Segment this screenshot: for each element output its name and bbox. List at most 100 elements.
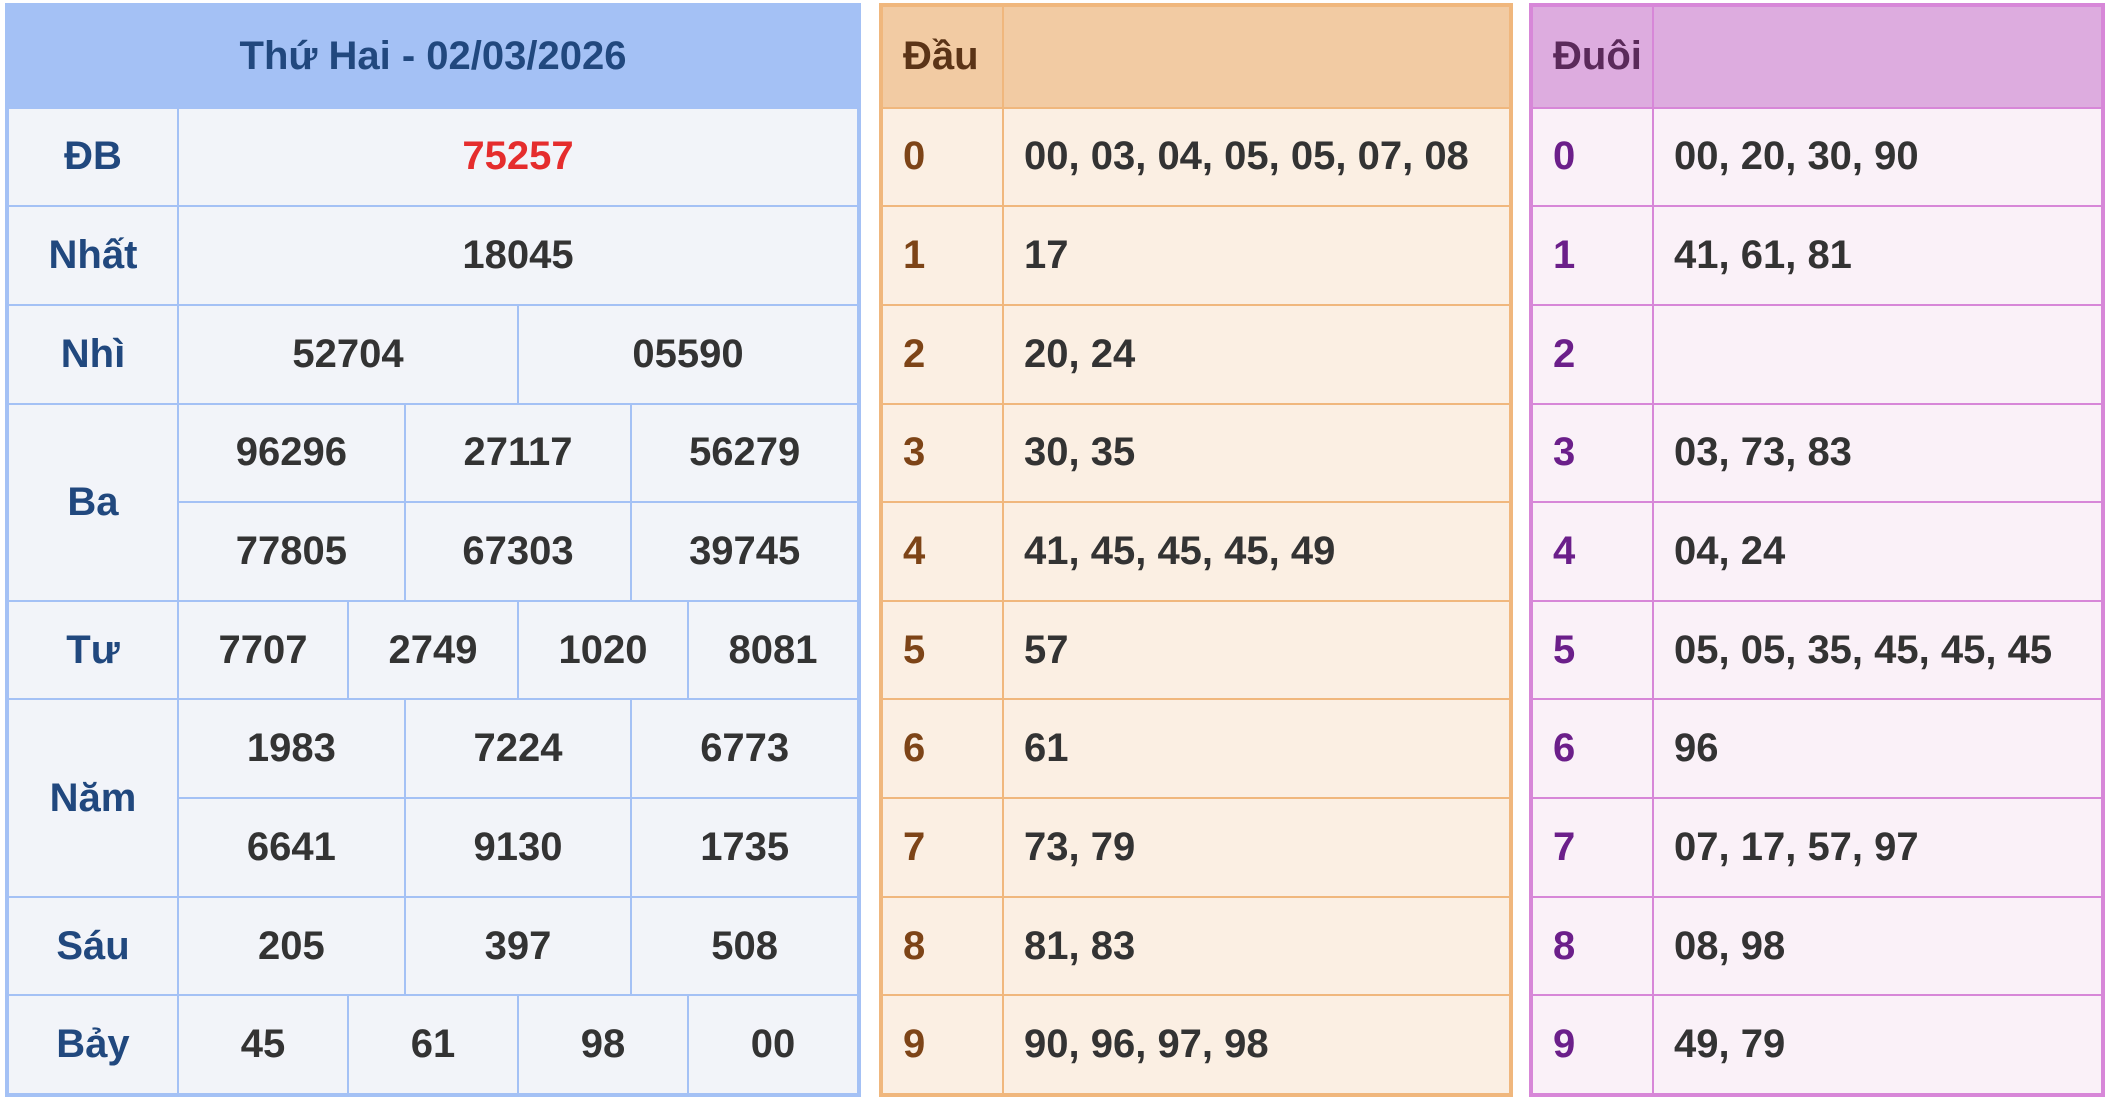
dau-row: 2 20, 24 bbox=[883, 305, 1509, 405]
prize-number: 98 bbox=[517, 996, 687, 1093]
duoi-list: 49, 79 bbox=[1674, 1022, 1786, 1067]
dau-row: 1 17 bbox=[883, 207, 1509, 306]
prize-row-first: Nhất 18045 bbox=[9, 207, 857, 306]
prize-number: 77805 bbox=[235, 529, 347, 573]
results-title: Thứ Hai - 02/03/2026 bbox=[9, 7, 857, 109]
dau-row: 8 81, 83 bbox=[883, 897, 1509, 997]
prize-row-special: ĐB 75257 bbox=[9, 108, 857, 208]
prize-number: 8081 bbox=[687, 601, 857, 699]
duoi-key: 2 bbox=[1533, 305, 1654, 403]
duoi-row: 1 41, 61, 81 bbox=[1533, 207, 2101, 306]
dau-list: 17 bbox=[1024, 233, 1069, 278]
prize-number: 508 bbox=[630, 897, 857, 995]
prize-number: 45 bbox=[240, 1022, 286, 1067]
duoi-key: 8 bbox=[1533, 897, 1654, 995]
dau-header-blank bbox=[1004, 7, 1509, 107]
dau-key: 7 bbox=[883, 799, 1004, 896]
duoi-list: 07, 17, 57, 97 bbox=[1674, 824, 1919, 869]
duoi-header-blank bbox=[1654, 7, 2101, 107]
prize-number: 67303 bbox=[403, 503, 631, 600]
prize-number: 397 bbox=[403, 897, 631, 995]
dau-key: 9 bbox=[883, 996, 1004, 1094]
duoi-list: 00, 20, 30, 90 bbox=[1674, 134, 1919, 179]
dau-list: 61 bbox=[1024, 726, 1069, 771]
duoi-key: 4 bbox=[1533, 503, 1654, 600]
duoi-list bbox=[1654, 306, 2101, 403]
duoi-row: 9 49, 79 bbox=[1533, 996, 2101, 1094]
duoi-key: 5 bbox=[1533, 601, 1654, 699]
prize-label: Bảy bbox=[9, 996, 179, 1093]
duoi-row: 5 05, 05, 35, 45, 45, 45 bbox=[1533, 601, 2101, 701]
duoi-list: 41, 61, 81 bbox=[1674, 233, 1852, 278]
prize-number: 56279 bbox=[630, 404, 857, 502]
prize-number: 205 bbox=[257, 923, 325, 968]
prize-row-seventh: Bảy 45 61 98 00 bbox=[9, 996, 857, 1093]
duoi-list: 04, 24 bbox=[1674, 529, 1786, 573]
prize-number: 18045 bbox=[462, 233, 574, 278]
prize-number: 1020 bbox=[517, 601, 687, 699]
dau-key: 8 bbox=[883, 897, 1004, 995]
prize-label: Năm bbox=[9, 700, 179, 896]
prize-row-sixth: Sáu 205 397 508 bbox=[9, 897, 857, 997]
duoi-row: 7 07, 17, 57, 97 bbox=[1533, 799, 2101, 898]
dau-list: 73, 79 bbox=[1024, 824, 1136, 869]
dau-list: 30, 35 bbox=[1024, 430, 1136, 475]
dau-header: Đầu bbox=[883, 7, 1004, 107]
duoi-header-row: Đuôi bbox=[1533, 7, 2101, 109]
prize-row-fourth: Tư 7707 2749 1020 8081 bbox=[9, 601, 857, 701]
prize-label: Nhất bbox=[9, 207, 179, 304]
duoi-key: 9 bbox=[1533, 996, 1654, 1094]
prize-number: 6773 bbox=[630, 700, 857, 798]
prize-label: Tư bbox=[9, 601, 179, 699]
duoi-row: 6 96 bbox=[1533, 700, 2101, 800]
duoi-key: 3 bbox=[1533, 404, 1654, 502]
duoi-row: 0 00, 20, 30, 90 bbox=[1533, 108, 2101, 208]
duoi-list: 03, 73, 83 bbox=[1674, 430, 1852, 475]
dau-row: 0 00, 03, 04, 05, 05, 07, 08 bbox=[883, 108, 1509, 208]
dau-key: 3 bbox=[883, 404, 1004, 502]
prize-number: 1983 bbox=[246, 726, 336, 771]
duoi-list: 05, 05, 35, 45, 45, 45 bbox=[1674, 627, 2053, 672]
prize-number: 00 bbox=[687, 996, 857, 1093]
duoi-list: 96 bbox=[1674, 726, 1719, 771]
prize-number: 9130 bbox=[403, 799, 631, 896]
dau-key: 4 bbox=[883, 503, 1004, 600]
prize-number: 61 bbox=[347, 996, 517, 1093]
duoi-key: 0 bbox=[1533, 108, 1654, 206]
prize-number: 6641 bbox=[246, 824, 336, 869]
duoi-key: 6 bbox=[1533, 700, 1654, 798]
duoi-list: 08, 98 bbox=[1674, 923, 1786, 968]
prize-number: 52704 bbox=[292, 331, 404, 376]
duoi-key: 7 bbox=[1533, 799, 1654, 896]
duoi-header: Đuôi bbox=[1533, 7, 1654, 107]
dau-header-row: Đầu bbox=[883, 7, 1509, 109]
results-table: Thứ Hai - 02/03/2026 ĐB 75257 Nhất 18045… bbox=[5, 3, 861, 1097]
dau-key: 2 bbox=[883, 305, 1004, 403]
prize-number: 7707 bbox=[218, 627, 308, 672]
dau-list: 57 bbox=[1024, 627, 1069, 672]
prize-number: 39745 bbox=[630, 503, 857, 600]
prize-number: 2749 bbox=[347, 601, 517, 699]
duoi-row: 8 08, 98 bbox=[1533, 897, 2101, 997]
prize-number: 7224 bbox=[403, 700, 631, 798]
prize-number: 27117 bbox=[403, 404, 631, 502]
dau-row: 9 90, 96, 97, 98 bbox=[883, 996, 1509, 1094]
duoi-row: 4 04, 24 bbox=[1533, 503, 2101, 602]
prize-number: 1735 bbox=[630, 799, 857, 896]
prize-row-second: Nhì 52704 05590 bbox=[9, 305, 857, 405]
dau-table: Đầu 0 00, 03, 04, 05, 05, 07, 08 1 17 2 20,… bbox=[879, 3, 1513, 1097]
prize-number: 05590 bbox=[517, 305, 857, 403]
prize-label: Sáu bbox=[9, 897, 179, 995]
prize-row-fifth: Năm 1983 7224 6773 6641 9130 1735 bbox=[9, 700, 857, 898]
prize-row-third: Ba 96296 27117 56279 77805 67303 39745 bbox=[9, 404, 857, 602]
duoi-table: Đuôi 0 00, 20, 30, 90 1 41, 61, 81 2 3 03, … bbox=[1529, 3, 2105, 1097]
dau-list: 90, 96, 97, 98 bbox=[1024, 1022, 1269, 1067]
dau-row: 3 30, 35 bbox=[883, 404, 1509, 504]
prize-label: ĐB bbox=[9, 108, 179, 206]
dau-row: 7 73, 79 bbox=[883, 799, 1509, 898]
duoi-row: 3 03, 73, 83 bbox=[1533, 404, 2101, 504]
dau-key: 6 bbox=[883, 700, 1004, 798]
prize-number: 96296 bbox=[235, 430, 347, 475]
dau-list: 81, 83 bbox=[1024, 923, 1136, 968]
dau-key: 1 bbox=[883, 207, 1004, 304]
